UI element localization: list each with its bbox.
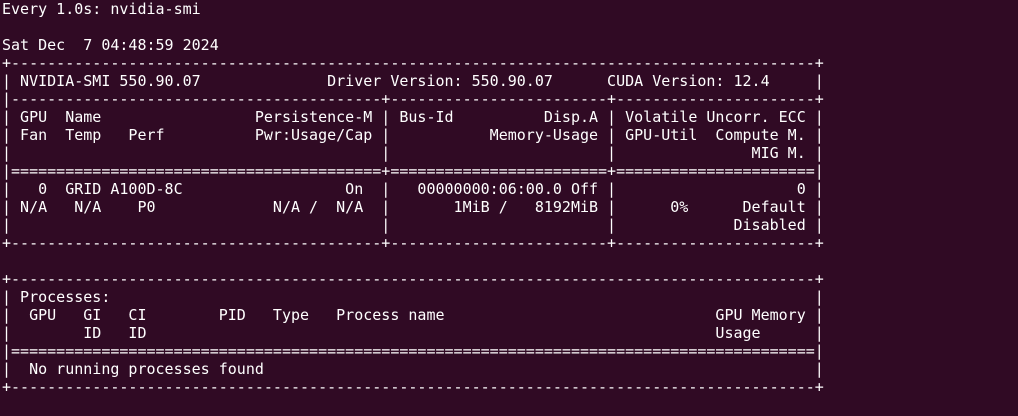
processes-separator: |=======================================… (2, 342, 824, 360)
timestamp: Sat Dec 7 04:48:59 2024 (2, 36, 219, 54)
processes-empty-message: | No running processes found | (2, 360, 824, 378)
watch-header: Every 1.0s: nvidia-smi (2, 0, 201, 18)
processes-border-top: +---------------------------------------… (2, 270, 824, 288)
gpu-header-separator: |=======================================… (2, 162, 824, 180)
gpu-header-row-2: | Fan Temp Perf Pwr:Usage/Cap | Memory-U… (2, 126, 824, 144)
gpu-header-row-1: | GPU Name Persistence-M | Bus-Id Disp.A… (2, 108, 824, 126)
terminal-window[interactable]: Every 1.0s: nvidia-smi Sat Dec 7 04:48:5… (0, 0, 1018, 416)
table-border-top: +---------------------------------------… (2, 54, 824, 72)
processes-header-row-2: | ID ID Usage | (2, 324, 824, 342)
processes-border-bottom: +---------------------------------------… (2, 378, 824, 396)
table-border-bottom: +---------------------------------------… (2, 234, 824, 252)
gpu-row-1: | 0 GRID A100D-8C On | 00000000:06:00.0 … (2, 180, 824, 198)
gpu-header-row-3: | | | MIG M. | (2, 144, 824, 162)
processes-title: | Processes: | (2, 288, 824, 306)
gpu-row-3: | | | Disabled | (2, 216, 824, 234)
table-divider: |---------------------------------------… (2, 90, 824, 108)
processes-header-row-1: | GPU GI CI PID Type Process name GPU Me… (2, 306, 824, 324)
version-row: | NVIDIA-SMI 550.90.07 Driver Version: 5… (2, 72, 824, 90)
gpu-row-2: | N/A N/A P0 N/A / N/A | 1MiB / 8192MiB … (2, 198, 824, 216)
